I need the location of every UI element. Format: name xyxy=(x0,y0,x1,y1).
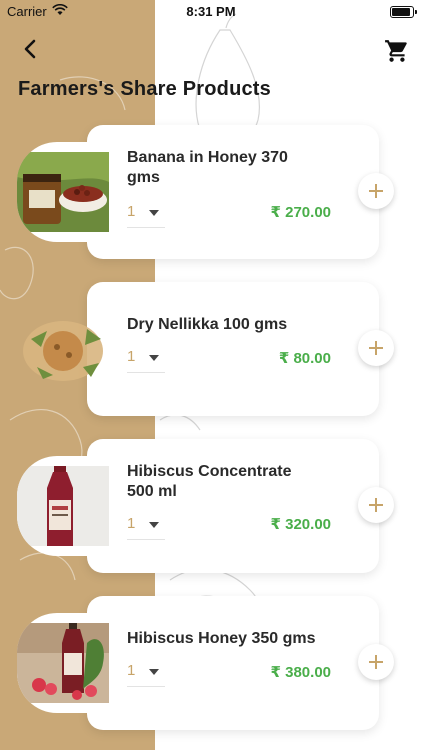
quantity-value: 1 xyxy=(127,515,136,532)
page-title: Farmers's Share Products xyxy=(18,78,271,100)
product-image xyxy=(17,299,109,399)
product-card[interactable] xyxy=(87,125,379,259)
quantity-value: 1 xyxy=(127,203,136,220)
caret-down-icon xyxy=(149,355,159,361)
cart-icon xyxy=(385,40,407,62)
caret-down-icon xyxy=(149,669,159,675)
product-card[interactable] xyxy=(87,439,379,573)
quantity-value: 1 xyxy=(127,348,136,365)
caret-down-icon xyxy=(149,522,159,528)
quantity-value: 1 xyxy=(127,662,136,679)
product-name: Dry Nellikka 100 gms xyxy=(127,316,288,333)
product-name: Hibiscus Honey 350 gms xyxy=(127,630,316,647)
product-name: Hibiscus Concentrate 500 ml xyxy=(127,463,292,500)
cart-button[interactable] xyxy=(384,38,410,64)
product-image xyxy=(17,613,109,713)
chevron-left-icon xyxy=(24,39,36,59)
add-to-cart-button[interactable] xyxy=(358,173,394,209)
product-price: ₹ 80.00 xyxy=(278,350,331,367)
dry-nellikka-image xyxy=(23,321,103,381)
quantity-dropdown[interactable]: 1 xyxy=(127,511,165,540)
product-price: ₹ 380.00 xyxy=(270,664,331,681)
quantity-dropdown[interactable]: 1 xyxy=(127,658,165,687)
quantity-dropdown[interactable]: 1 xyxy=(127,344,165,373)
product-price: ₹ 270.00 xyxy=(270,204,331,221)
battery-icon xyxy=(390,6,417,18)
product-price: ₹ 320.00 xyxy=(270,516,331,533)
quantity-dropdown[interactable]: 1 xyxy=(127,199,165,228)
add-to-cart-button[interactable] xyxy=(358,330,394,366)
product-image xyxy=(17,142,109,242)
caret-down-icon xyxy=(149,210,159,216)
hibiscus-concentrate-image xyxy=(17,466,109,546)
status-bar: Carrier 8:31 PM xyxy=(0,0,422,22)
banana-honey-image xyxy=(17,152,109,232)
product-image xyxy=(17,456,109,556)
back-button[interactable] xyxy=(18,36,44,62)
status-time: 8:31 PM xyxy=(186,4,236,19)
add-to-cart-button[interactable] xyxy=(358,487,394,523)
product-name: Banana in Honey 370 gms xyxy=(127,149,288,186)
add-to-cart-button[interactable] xyxy=(358,644,394,680)
hibiscus-honey-image xyxy=(17,623,109,703)
